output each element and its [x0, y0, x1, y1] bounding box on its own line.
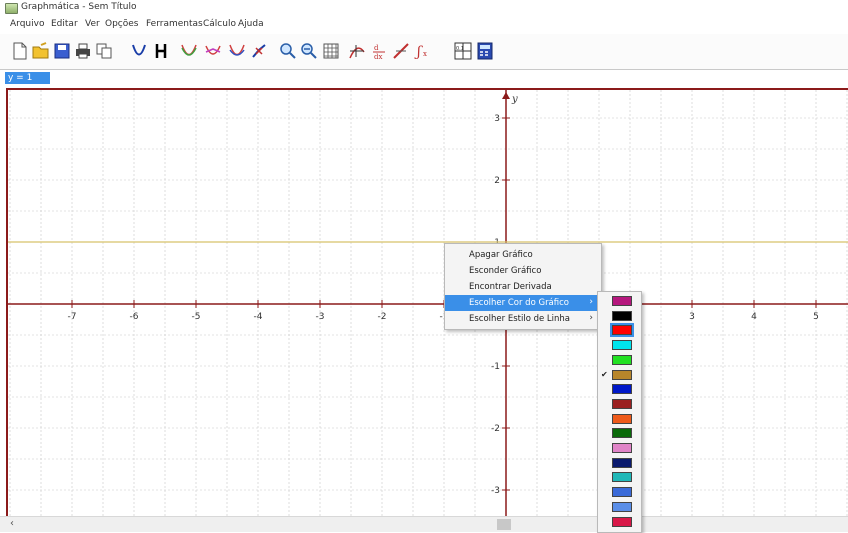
- context-menu-item[interactable]: Encontrar Derivada: [445, 279, 601, 295]
- color-swatch[interactable]: [612, 487, 632, 498]
- y-axis-arrow: [502, 92, 510, 99]
- submenu-arrow-icon: ›: [589, 297, 593, 307]
- toolbar: d dx ʃx 0.1: [0, 34, 848, 70]
- x-tick-label: 4: [751, 312, 757, 322]
- color-swatch[interactable]: [612, 354, 632, 365]
- submenu-arrow-icon: ›: [589, 313, 593, 323]
- context-menu: Apagar Gráfico Esconder Gráfico Encontrar …: [444, 243, 602, 330]
- color-swatch[interactable]: [612, 296, 632, 306]
- open-folder-icon[interactable]: [32, 42, 50, 60]
- table-icon[interactable]: 0.1: [454, 42, 472, 60]
- graph-curves-2-icon[interactable]: [204, 42, 222, 60]
- integral-icon[interactable]: ʃx: [414, 42, 432, 60]
- color-swatch[interactable]: [612, 340, 632, 351]
- equation-bar: y = 1: [0, 69, 848, 87]
- slope-icon[interactable]: [392, 42, 410, 60]
- color-swatch[interactable]: [612, 443, 632, 453]
- color-swatch[interactable]: [612, 516, 632, 527]
- copy-icon[interactable]: [95, 42, 113, 60]
- menu-ferramentas[interactable]: Ferramentas: [146, 19, 203, 29]
- color-submenu: ✔: [597, 291, 642, 533]
- new-file-icon[interactable]: [11, 42, 29, 60]
- menu-bar: Arquivo Editar Ver Opções Ferramentas Cá…: [0, 16, 848, 33]
- check-icon: ✔: [601, 369, 608, 379]
- parabola-icon[interactable]: [130, 42, 148, 60]
- menu-calculo[interactable]: Cálculo: [203, 19, 236, 29]
- zoom-out-icon[interactable]: [300, 42, 318, 60]
- context-menu-item[interactable]: Apagar Gráfico: [445, 247, 601, 263]
- calculator-icon[interactable]: [476, 42, 494, 60]
- color-swatch[interactable]: [612, 369, 632, 380]
- y-tick-label: -1: [491, 362, 500, 372]
- save-icon[interactable]: [53, 42, 71, 60]
- x-tick-label: -7: [68, 312, 77, 322]
- menu-ver[interactable]: Ver: [85, 19, 100, 29]
- scroll-thumb[interactable]: [497, 519, 511, 530]
- color-swatch[interactable]: [612, 384, 632, 395]
- svg-text:dx: dx: [374, 53, 382, 60]
- svg-text:0.1: 0.1: [456, 46, 464, 52]
- x-tick-label: -3: [316, 312, 325, 322]
- x-tick-label: -5: [192, 312, 201, 322]
- graph-canvas[interactable]: y -7-6-5-4-3-2-112345 321-1-2-3: [8, 90, 848, 516]
- y-tick-label: -2: [491, 424, 500, 434]
- scroll-left-arrow-icon[interactable]: ‹: [10, 518, 14, 529]
- context-menu-item[interactable]: Escolher Cor do Gráfico ›: [445, 295, 601, 311]
- menu-arquivo[interactable]: Arquivo: [10, 19, 44, 29]
- y-tick-label: 2: [494, 176, 500, 186]
- graph-curves-icon[interactable]: [180, 42, 198, 60]
- svg-text:x: x: [423, 50, 427, 58]
- window-title: Graphmática - Sem Título: [21, 2, 137, 12]
- x-tick-label: -6: [130, 312, 139, 322]
- svg-text:ʃ: ʃ: [414, 44, 423, 60]
- bracket-icon[interactable]: [152, 42, 170, 60]
- color-swatch[interactable]: [612, 501, 632, 512]
- context-menu-item[interactable]: Esconder Gráfico: [445, 263, 601, 279]
- tangent-icon[interactable]: [348, 42, 366, 60]
- x-tick-label: -4: [254, 312, 263, 322]
- color-swatch[interactable]: [612, 428, 632, 439]
- context-menu-item-label: Encontrar Derivada: [469, 282, 552, 292]
- menu-editar[interactable]: Editar: [51, 19, 78, 29]
- y-axis-label: y: [511, 94, 518, 105]
- context-menu-item-label: Apagar Gráfico: [469, 250, 533, 260]
- x-tick-label: 3: [689, 312, 695, 322]
- x-tick-label: 5: [813, 312, 819, 322]
- zoom-in-icon[interactable]: [279, 42, 297, 60]
- print-icon[interactable]: [74, 42, 92, 60]
- equation-input[interactable]: y = 1: [5, 72, 50, 84]
- context-menu-item[interactable]: Escolher Estilo de Linha ›: [445, 311, 601, 327]
- color-swatch[interactable]: [612, 413, 632, 424]
- horizontal-scrollbar[interactable]: ‹: [0, 516, 848, 532]
- app-icon: [5, 3, 18, 14]
- x-tick-label: -2: [378, 312, 387, 322]
- color-swatch[interactable]: [612, 472, 632, 483]
- menu-opcoes[interactable]: Opções: [105, 19, 138, 29]
- graph-area[interactable]: y -7-6-5-4-3-2-112345 321-1-2-3: [6, 88, 848, 522]
- point-icon[interactable]: [250, 42, 268, 60]
- context-menu-item-label: Escolher Estilo de Linha: [469, 314, 571, 324]
- y-tick-label: -3: [491, 486, 500, 496]
- color-swatch[interactable]: [612, 457, 632, 468]
- y-tick-label: 3: [494, 114, 500, 124]
- context-menu-item-label: Esconder Gráfico: [469, 266, 542, 276]
- svg-text:d: d: [374, 44, 379, 52]
- title-bar: Graphmática - Sem Título: [0, 0, 848, 16]
- derivative-icon[interactable]: d dx: [370, 42, 388, 60]
- grid-icon[interactable]: [322, 42, 340, 60]
- color-swatch[interactable]: [612, 310, 632, 321]
- context-menu-item-label: Escolher Cor do Gráfico: [469, 298, 569, 308]
- color-swatch[interactable]: [610, 323, 634, 338]
- graph-curves-3-icon[interactable]: [228, 42, 246, 60]
- menu-ajuda[interactable]: Ajuda: [238, 19, 264, 29]
- color-swatch[interactable]: [612, 398, 632, 409]
